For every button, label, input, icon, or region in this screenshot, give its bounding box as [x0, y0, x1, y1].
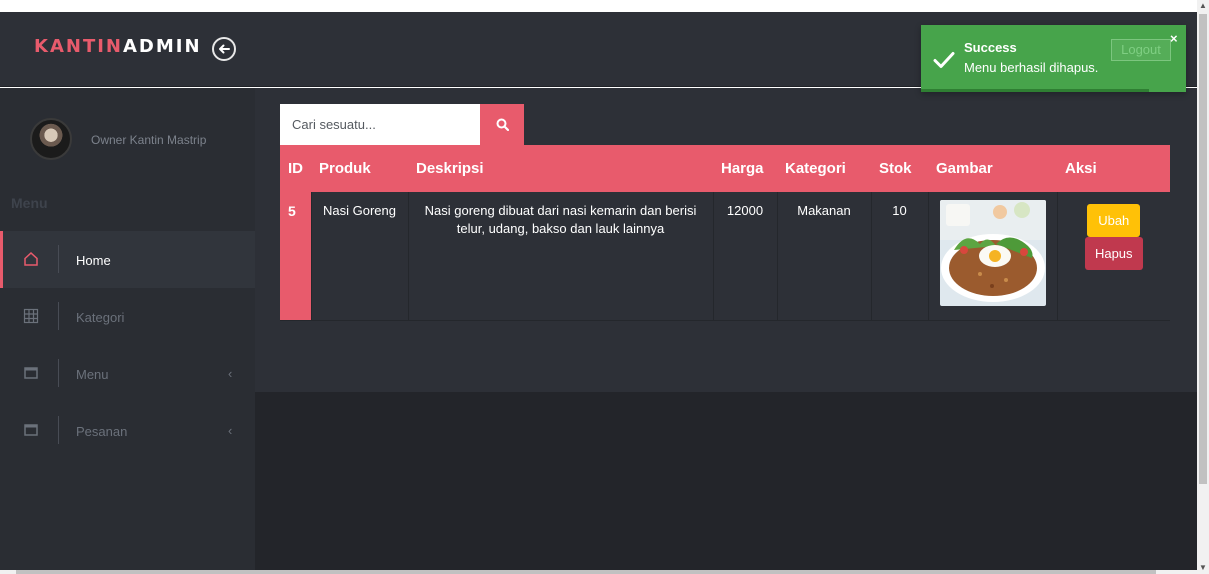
sidebar-item-kategori[interactable]: Kategori	[0, 288, 255, 345]
cell-harga: 12000	[712, 192, 777, 321]
sidebar-item-label: Home	[76, 253, 111, 268]
column-header-harga[interactable]: Harga	[713, 145, 777, 192]
nav-separator	[58, 359, 59, 387]
product-image	[939, 200, 1046, 306]
sidebar-toggle-button[interactable]	[212, 37, 236, 61]
column-header-gambar[interactable]: Gambar	[928, 145, 1057, 192]
scroll-up-icon[interactable]: ▲	[1197, 0, 1209, 12]
column-header-deskripsi[interactable]: Deskripsi	[408, 145, 713, 192]
brand-part-1: KANTIN	[34, 36, 123, 57]
delete-button[interactable]: Hapus	[1084, 237, 1143, 270]
column-header-kategori[interactable]: Kategori	[777, 145, 871, 192]
checkmark-icon	[933, 52, 955, 68]
cell-aksi: Ubah Hapus	[1056, 192, 1170, 321]
search-icon	[496, 118, 509, 131]
cell-gambar	[927, 192, 1057, 321]
cell-id: 5	[280, 192, 311, 321]
column-header-aksi[interactable]: Aksi	[1057, 145, 1170, 192]
home-icon	[24, 251, 38, 266]
success-toast: Success Menu berhasil dihapus. Logout ×	[921, 25, 1186, 92]
search-bar	[280, 104, 524, 145]
scrollbar-thumb[interactable]	[1199, 14, 1207, 484]
nav-separator	[58, 416, 59, 444]
arrow-left-icon	[219, 44, 230, 54]
window-icon	[24, 424, 38, 436]
column-header-stok[interactable]: Stok	[871, 145, 928, 192]
logout-button[interactable]: Logout	[1111, 39, 1171, 61]
sidebar-item-label: Pesanan	[76, 424, 128, 439]
avatar	[30, 118, 72, 160]
menu-heading: Menu	[11, 195, 48, 211]
menu-table: ID Produk Deskripsi Harga Kategori Stok …	[280, 145, 1170, 321]
sidebar-item-menu[interactable]: Menu ‹	[0, 345, 255, 402]
cell-produk: Nasi Goreng	[310, 192, 408, 321]
chevron-left-icon: ‹	[228, 423, 233, 438]
cell-kategori: Makanan	[776, 192, 871, 321]
grid-icon	[23, 308, 39, 324]
cell-deskripsi: Nasi goreng dibuat dari nasi kemarin dan…	[407, 192, 713, 321]
nav-separator	[58, 302, 59, 330]
horizontal-scrollbar[interactable]	[0, 570, 1197, 574]
scroll-down-icon[interactable]: ▼	[1197, 562, 1209, 574]
brand-part-2: ADMIN	[122, 36, 202, 57]
sidebar-item-label: Kategori	[76, 310, 125, 325]
close-icon[interactable]: ×	[1170, 31, 1178, 46]
column-header-id[interactable]: ID	[280, 145, 311, 192]
toast-message: Menu berhasil dihapus.	[964, 60, 1099, 75]
toast-progress-bar	[921, 89, 1149, 92]
search-input[interactable]	[280, 104, 480, 145]
chevron-left-icon: ‹	[228, 366, 233, 381]
window-icon	[24, 367, 38, 379]
user-profile: Owner Kantin Mastrip	[0, 88, 255, 178]
nav-separator	[58, 245, 59, 273]
toast-title: Success	[964, 40, 1017, 55]
vertical-scrollbar[interactable]: ▲ ▼	[1197, 0, 1209, 574]
cell-stok: 10	[870, 192, 928, 321]
edit-button[interactable]: Ubah	[1087, 204, 1141, 237]
column-header-produk[interactable]: Produk	[311, 145, 408, 192]
table-header-row: ID Produk Deskripsi Harga Kategori Stok …	[280, 145, 1170, 192]
sidebar-item-label: Menu	[76, 367, 109, 382]
brand-logo[interactable]: KANTINADMIN	[34, 36, 202, 57]
top-strip	[0, 0, 1197, 12]
search-button[interactable]	[480, 104, 524, 145]
sidebar: Owner Kantin Mastrip Menu Home Kategori …	[0, 88, 255, 570]
sidebar-item-pesanan[interactable]: Pesanan ‹	[0, 402, 255, 459]
sidebar-item-home[interactable]: Home	[0, 231, 255, 288]
scrollbar-thumb[interactable]	[16, 570, 1156, 574]
table-row: 5 Nasi Goreng Nasi goreng dibuat dari na…	[280, 192, 1170, 321]
profile-name: Owner Kantin Mastrip	[91, 133, 207, 147]
sidebar-nav: Home Kategori Menu ‹ Pesanan ‹	[0, 231, 255, 459]
